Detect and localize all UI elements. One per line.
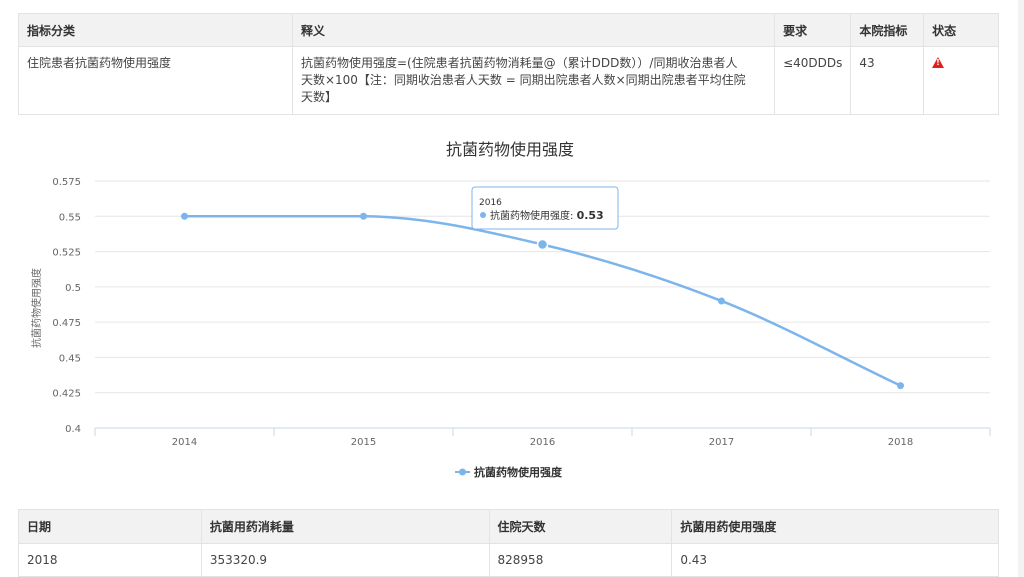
x-tick-label: 2015: [351, 437, 376, 448]
y-tick-label: 0.45: [59, 353, 81, 364]
cell-consumption: 353320.9: [200, 543, 490, 577]
x-axis: [94, 427, 991, 436]
cell-status: [923, 46, 999, 115]
line-chart: 0.5750.550.5250.50.4750.450.4250.4 2014 2…: [30, 140, 991, 479]
header-intensity: 抗菌用药使用强度: [671, 509, 999, 544]
x-tick-label: 2017: [709, 437, 734, 448]
warning-triangle-icon: [932, 57, 945, 68]
series-points: [181, 212, 904, 390]
cell-category: 住院患者抗菌药物使用强度: [18, 46, 293, 115]
header-status: 状态: [923, 13, 999, 47]
chart-title: 抗菌药物使用强度: [446, 140, 574, 159]
legend-label: 抗菌药物使用强度: [474, 465, 563, 479]
data-point-2017[interactable]: [718, 297, 725, 305]
data-point-2016[interactable]: [536, 238, 549, 251]
cell-intensity: 0.43: [671, 543, 999, 577]
y-tick-label: 0.475: [52, 318, 81, 329]
data-header-row: 日期 抗菌用药消耗量 住院天数 抗菌用药使用强度: [18, 509, 999, 544]
data-point-2015[interactable]: [360, 212, 367, 220]
table-row: 2018 353320.9 828958 0.43: [18, 543, 999, 577]
y-axis-ticks: 0.575 0.55 0.525 0.5 0.475 0.45 0.425 0.4: [52, 177, 81, 435]
cell-requirement: ≤40DDDs: [774, 46, 852, 115]
tooltip-series-label: 抗菌药物使用强度:: [490, 209, 577, 222]
cell-date: 2018: [18, 543, 202, 577]
y-tick-label: 0.5: [65, 283, 81, 294]
tooltip-marker: [480, 212, 486, 218]
scrollbar-track[interactable]: [1018, 0, 1024, 577]
y-tick-label: 0.575: [52, 177, 81, 188]
x-axis-ticks: 2014 2015 2016 2017 2018: [172, 437, 913, 448]
cell-definition: 抗菌药物使用强度=(住院患者抗菌药物消耗量@（累计DDD数））/同期收治患者人 …: [291, 46, 776, 115]
x-tick-label: 2014: [172, 437, 197, 448]
indicator-table: 指标分类 释义 要求 本院指标 状态 住院患者抗菌药物使用强度 抗菌药物使用强度…: [18, 13, 999, 115]
tooltip-box: [471, 186, 619, 230]
header-category: 指标分类: [18, 13, 293, 47]
indicator-header-row: 指标分类 释义 要求 本院指标 状态: [18, 13, 999, 47]
header-definition: 释义: [291, 13, 776, 47]
y-axis-label: 抗菌药物使用强度: [30, 268, 43, 348]
tooltip-title: 2016: [479, 198, 502, 208]
header-requirement: 要求: [774, 13, 852, 47]
indicator-row: 住院患者抗菌药物使用强度 抗菌药物使用强度=(住院患者抗菌药物消耗量@（累计DD…: [18, 46, 999, 115]
header-value: 本院指标: [850, 13, 925, 47]
definition-line-3: 天数】: [300, 90, 337, 104]
cell-days: 828958: [488, 543, 673, 577]
chart-tooltip: 2016 抗菌药物使用强度: 0.53: [471, 186, 619, 230]
x-tick-label: 2018: [888, 437, 913, 448]
tooltip-value: 0.53: [577, 209, 604, 222]
y-tick-label: 0.4: [65, 424, 81, 435]
data-table: 日期 抗菌用药消耗量 住院天数 抗菌用药使用强度 2018 353320.9 8…: [18, 509, 999, 577]
header-date: 日期: [18, 509, 202, 544]
cell-value: 43: [850, 46, 925, 115]
data-point-2018[interactable]: [897, 382, 904, 390]
y-tick-label: 0.425: [52, 389, 81, 400]
y-tick-label: 0.55: [59, 212, 81, 223]
tooltip-text: 抗菌药物使用强度: 0.53: [490, 209, 604, 222]
data-point-2014[interactable]: [181, 212, 188, 220]
chart-legend[interactable]: 抗菌药物使用强度: [455, 465, 563, 479]
x-tick-label: 2016: [530, 437, 555, 448]
header-days: 住院天数: [488, 509, 673, 544]
definition-line-2: 天数×100【注：同期收治患者人天数 = 同期出院患者人数×同期出院患者平均住院: [300, 73, 746, 87]
definition-line-1: 抗菌药物使用强度=(住院患者抗菌药物消耗量@（累计DDD数））/同期收治患者人: [300, 56, 738, 70]
y-tick-label: 0.525: [52, 248, 81, 259]
header-consumption: 抗菌用药消耗量: [200, 509, 490, 544]
legend-marker: [459, 468, 466, 476]
